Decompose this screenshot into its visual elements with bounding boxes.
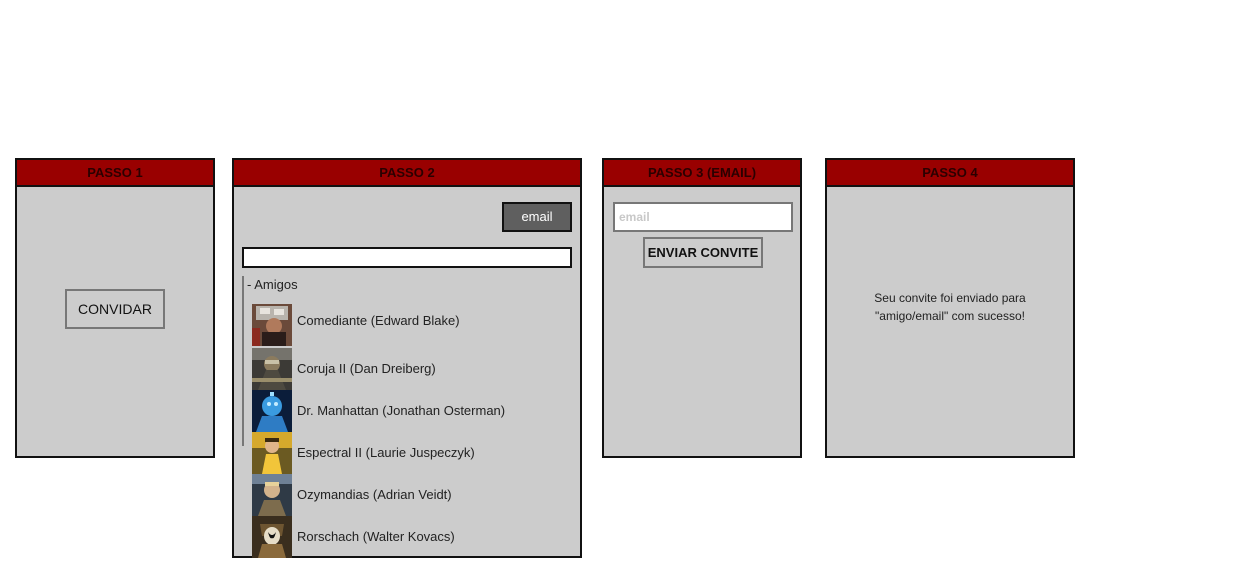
ozymandias-avatar-icon (252, 474, 292, 516)
friend-name: Comediante (Edward Blake) (297, 313, 460, 328)
silk-spectre-avatar-icon (252, 432, 292, 474)
comedian-avatar-icon (252, 304, 292, 346)
friend-item-ozymandias[interactable]: Ozymandias (Adrian Veidt) (252, 474, 562, 516)
friend-name: Rorschach (Walter Kovacs) (297, 529, 455, 544)
friend-name: Espectral II (Laurie Juspeczyk) (297, 445, 475, 460)
step2-header: PASSO 2 (234, 160, 580, 187)
step4-panel: PASSO 4 Seu convite foi enviado para "am… (825, 158, 1075, 458)
step4-header: PASSO 4 (827, 160, 1073, 187)
step3-panel: PASSO 3 (EMAIL) ENVIAR CONVITE (602, 158, 802, 458)
friend-name: Coruja II (Dan Dreiberg) (297, 361, 436, 376)
rorschach-avatar-icon (252, 516, 292, 558)
friend-item-rorschach[interactable]: Rorschach (Walter Kovacs) (252, 516, 562, 558)
friend-list[interactable]: - Amigos Comediante (Edward Blake) Coruj… (242, 276, 572, 558)
friend-item-comedian[interactable]: Comediante (Edward Blake) (252, 304, 562, 346)
friend-list-scrollbar[interactable] (242, 276, 244, 446)
invite-button[interactable]: CONVIDAR (65, 289, 165, 329)
nite-owl-avatar-icon (252, 348, 292, 390)
step2-panel: PASSO 2 email - Amigos Comediante (Edwar… (232, 158, 582, 558)
step1-header: PASSO 1 (17, 160, 213, 187)
email-input[interactable] (613, 202, 793, 232)
email-option-button[interactable]: email (502, 202, 572, 232)
success-message-line1: Seu convite foi enviado para (874, 291, 1026, 305)
success-message-line2: "amigo/email" com sucesso! (875, 309, 1025, 323)
step1-panel: PASSO 1 CONVIDAR (15, 158, 215, 458)
dr-manhattan-avatar-icon (252, 390, 292, 432)
friends-group-label[interactable]: - Amigos (247, 277, 298, 292)
friend-item-nite-owl[interactable]: Coruja II (Dan Dreiberg) (252, 348, 562, 390)
friend-item-dr-manhattan[interactable]: Dr. Manhattan (Jonathan Osterman) (252, 390, 562, 432)
friend-name: Dr. Manhattan (Jonathan Osterman) (297, 403, 506, 418)
friend-item-silk-spectre[interactable]: Espectral II (Laurie Juspeczyk) (252, 432, 562, 474)
step3-header: PASSO 3 (EMAIL) (604, 160, 800, 187)
friend-name: Ozymandias (Adrian Veidt) (297, 487, 452, 502)
friend-search-input[interactable] (242, 247, 572, 268)
send-invite-button[interactable]: ENVIAR CONVITE (643, 237, 763, 268)
success-message: Seu convite foi enviado para "amigo/emai… (827, 289, 1073, 325)
